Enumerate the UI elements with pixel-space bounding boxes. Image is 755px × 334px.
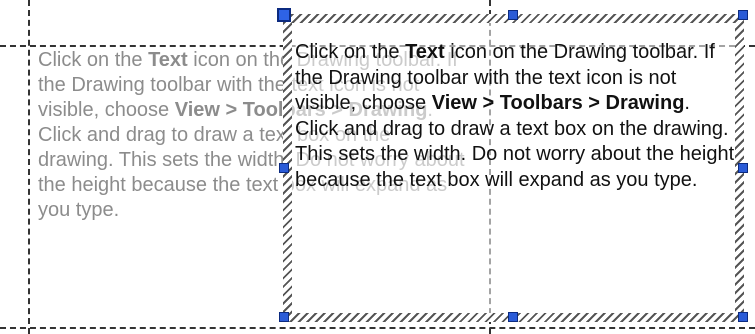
- text-box-content[interactable]: Click on the Text icon on the Drawing to…: [295, 40, 735, 193]
- guide-line-bottom: [0, 327, 755, 329]
- selected-text-box[interactable]: Click on the Text icon on the Drawing to…: [277, 8, 748, 322]
- resize-handle-bottom-center[interactable]: [508, 312, 518, 322]
- resize-handle-bottom-left[interactable]: [279, 312, 289, 322]
- resize-handle-top-center[interactable]: [508, 10, 518, 20]
- resize-handle-top-right[interactable]: [738, 10, 748, 20]
- drawing-canvas[interactable]: Click on the Text icon on the Drawing to…: [0, 0, 755, 334]
- paragraph-1: Click on the Text icon on the Drawing to…: [295, 41, 715, 114]
- resize-handle-middle-right[interactable]: [738, 163, 748, 173]
- guide-line-left: [28, 0, 30, 334]
- resize-handle-middle-left[interactable]: [279, 163, 289, 173]
- resize-handle-bottom-right[interactable]: [738, 312, 748, 322]
- resize-handle-top-left[interactable]: [277, 8, 291, 22]
- paragraph-2: Click and drag to draw a text box on the…: [295, 117, 735, 191]
